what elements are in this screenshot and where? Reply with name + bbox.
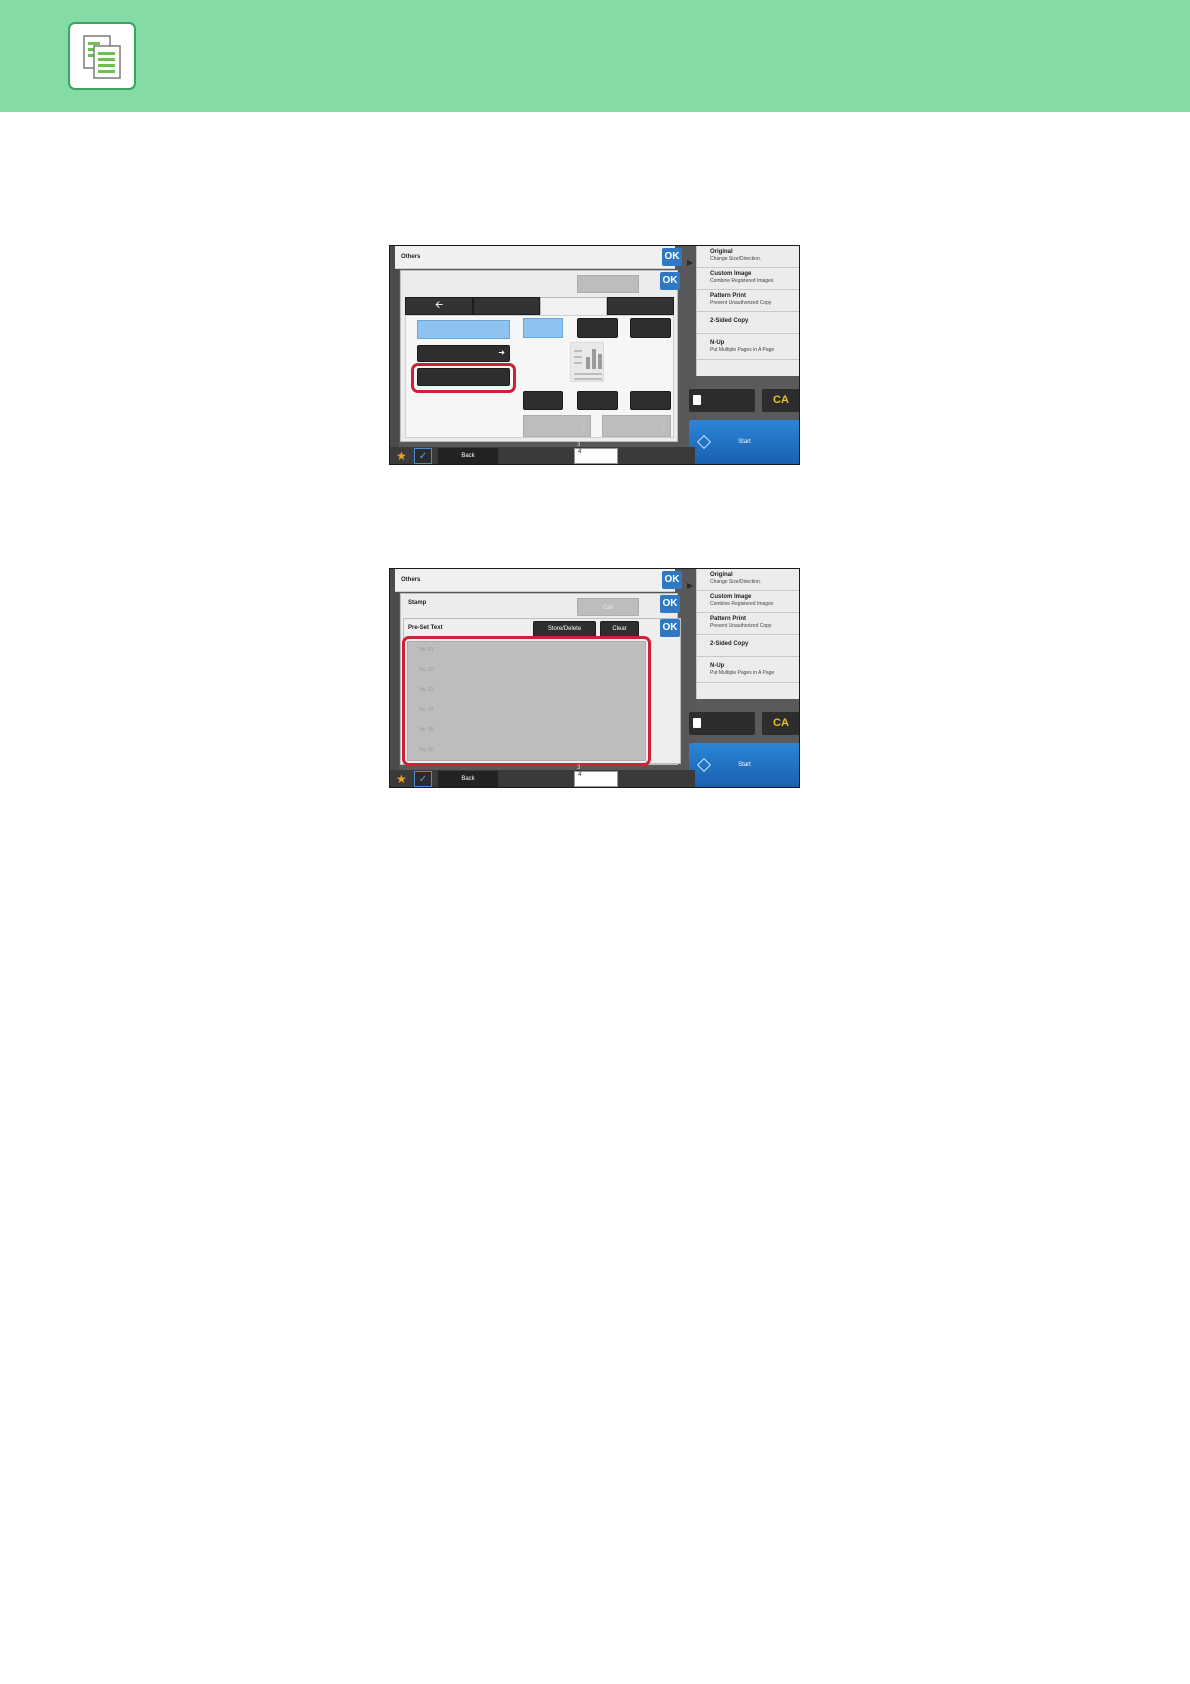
position-button-selected[interactable] [523,318,563,338]
start-icon [696,757,712,773]
header-band [0,0,1190,112]
side-item-title: Pattern Print [710,616,747,622]
side-item-custom-image[interactable]: Custom Image Combine Registered Images [697,268,799,290]
side-item-title: Pattern Print [710,293,747,299]
position-button[interactable] [577,391,618,410]
side-panel: Original Change Size/Direction. Custom I… [696,246,799,376]
side-item-subtitle: Prevent Unauthorized Copy [710,300,772,306]
start-button[interactable]: Start [689,743,799,787]
others-title: Others [395,569,675,592]
bottom-bar [390,447,695,464]
disabled-select: ⌄ [523,415,591,437]
position-button[interactable] [630,318,671,338]
side-item-2-sided-copy[interactable]: 2-Sided Copy [697,635,799,657]
screenshot-others-menu: Others OK OK 🡨 ➜ ⌄ ⌄ ▶ Original Change S… [389,245,800,465]
side-item-original[interactable]: Original Change Size/Direction. [697,569,799,591]
checkmark-icon[interactable]: ✓ [414,448,432,464]
preview-button[interactable] [689,712,755,735]
side-item-pattern-print[interactable]: Pattern Print Prevent Unauthorized Copy [697,290,799,312]
copy-counter[interactable]: 4 [574,448,618,464]
side-item-title: 2-Sided Copy [710,318,749,324]
side-item-pattern-print[interactable]: Pattern Print Prevent Unauthorized Copy [697,613,799,635]
pre-set-text-title: Pre-Set Text [408,625,443,631]
preview-icon [693,718,701,728]
side-item-title: Custom Image [710,271,752,277]
side-item-title: Original [710,249,733,255]
copy-counter[interactable]: 4 [574,771,618,787]
side-item-custom-image[interactable]: Custom Image Combine Registered Images [697,591,799,613]
side-item-subtitle: Combine Registered Images [710,601,774,607]
side-item-n-up[interactable]: N-Up Put Multiple Pages in A Page [697,657,799,683]
clear-all-button[interactable]: CA [762,712,799,735]
ok-button[interactable]: OK [660,272,680,290]
side-item-title: Custom Image [710,594,752,600]
side-item-subtitle: Put Multiple Pages in A Page [710,670,775,676]
preview-button[interactable] [689,389,755,412]
clear-all-button[interactable]: CA [762,389,799,412]
side-item-n-up[interactable]: N-Up Put Multiple Pages in A Page [697,334,799,360]
side-item-subtitle: Combine Registered Images [710,278,774,284]
screen-bezel [390,569,399,787]
side-item-title: N-Up [710,340,725,346]
preview-icon [693,395,701,405]
side-item-title: 2-Sided Copy [710,641,749,647]
document-preview-icon [570,342,604,382]
side-panel: Original Change Size/Direction. Custom I… [696,569,799,699]
side-item-subtitle: Change Size/Direction. [710,256,762,262]
selected-option-button[interactable] [417,320,510,339]
chevron-down-icon: ⌄ [660,423,666,429]
side-item-2-sided-copy[interactable]: 2-Sided Copy [697,312,799,334]
disabled-button [577,275,639,293]
side-item-subtitle: Prevent Unauthorized Copy [710,623,772,629]
call-button: Call [577,598,639,616]
star-icon[interactable]: ★ [396,449,407,463]
expand-arrow-icon[interactable]: ▶ [687,258,693,267]
ok-button[interactable]: OK [662,571,682,589]
star-icon[interactable]: ★ [396,772,407,786]
start-icon [696,434,712,450]
side-item-title: Original [710,572,733,578]
ok-button[interactable]: OK [660,595,680,613]
side-item-subtitle: Put Multiple Pages in A Page [710,347,775,353]
position-button[interactable] [523,391,563,410]
copy-documents-icon [68,22,136,90]
back-button[interactable]: Back [438,771,498,787]
arrow-right-icon: ➜ [498,348,505,357]
arrow-left-icon: 🡨 [434,300,444,311]
tab[interactable] [607,297,674,315]
back-arrow-tab[interactable]: 🡨 [405,297,473,315]
side-item-original[interactable]: Original Change Size/Direction. [697,246,799,268]
stamp-title: Stamp [408,600,427,606]
position-button[interactable] [577,318,618,338]
tab-active[interactable] [540,297,607,315]
back-button[interactable]: Back [438,448,498,464]
start-button[interactable]: Start [689,420,799,464]
screen-bezel [390,246,399,464]
tab[interactable] [473,297,540,315]
start-label: Start [738,762,751,768]
chevron-down-icon: ⌄ [580,423,586,429]
ok-button[interactable]: OK [662,248,682,266]
disabled-select: ⌄ [602,415,671,437]
expand-arrow-icon[interactable]: ▶ [687,581,693,590]
start-label: Start [738,439,751,445]
side-item-subtitle: Change Size/Direction. [710,579,762,585]
checkmark-icon[interactable]: ✓ [414,771,432,787]
bottom-bar [390,770,695,787]
highlight-box [402,636,651,766]
position-button[interactable] [630,391,671,410]
highlight-box [411,363,516,393]
screenshot-pre-set-text: Others OK Stamp Call OK Pre-Set Text Sto… [389,568,800,788]
text-option-button[interactable]: ➜ [417,345,510,362]
ok-button[interactable]: OK [660,619,680,637]
side-item-title: N-Up [710,663,725,669]
others-title: Others [395,246,675,269]
